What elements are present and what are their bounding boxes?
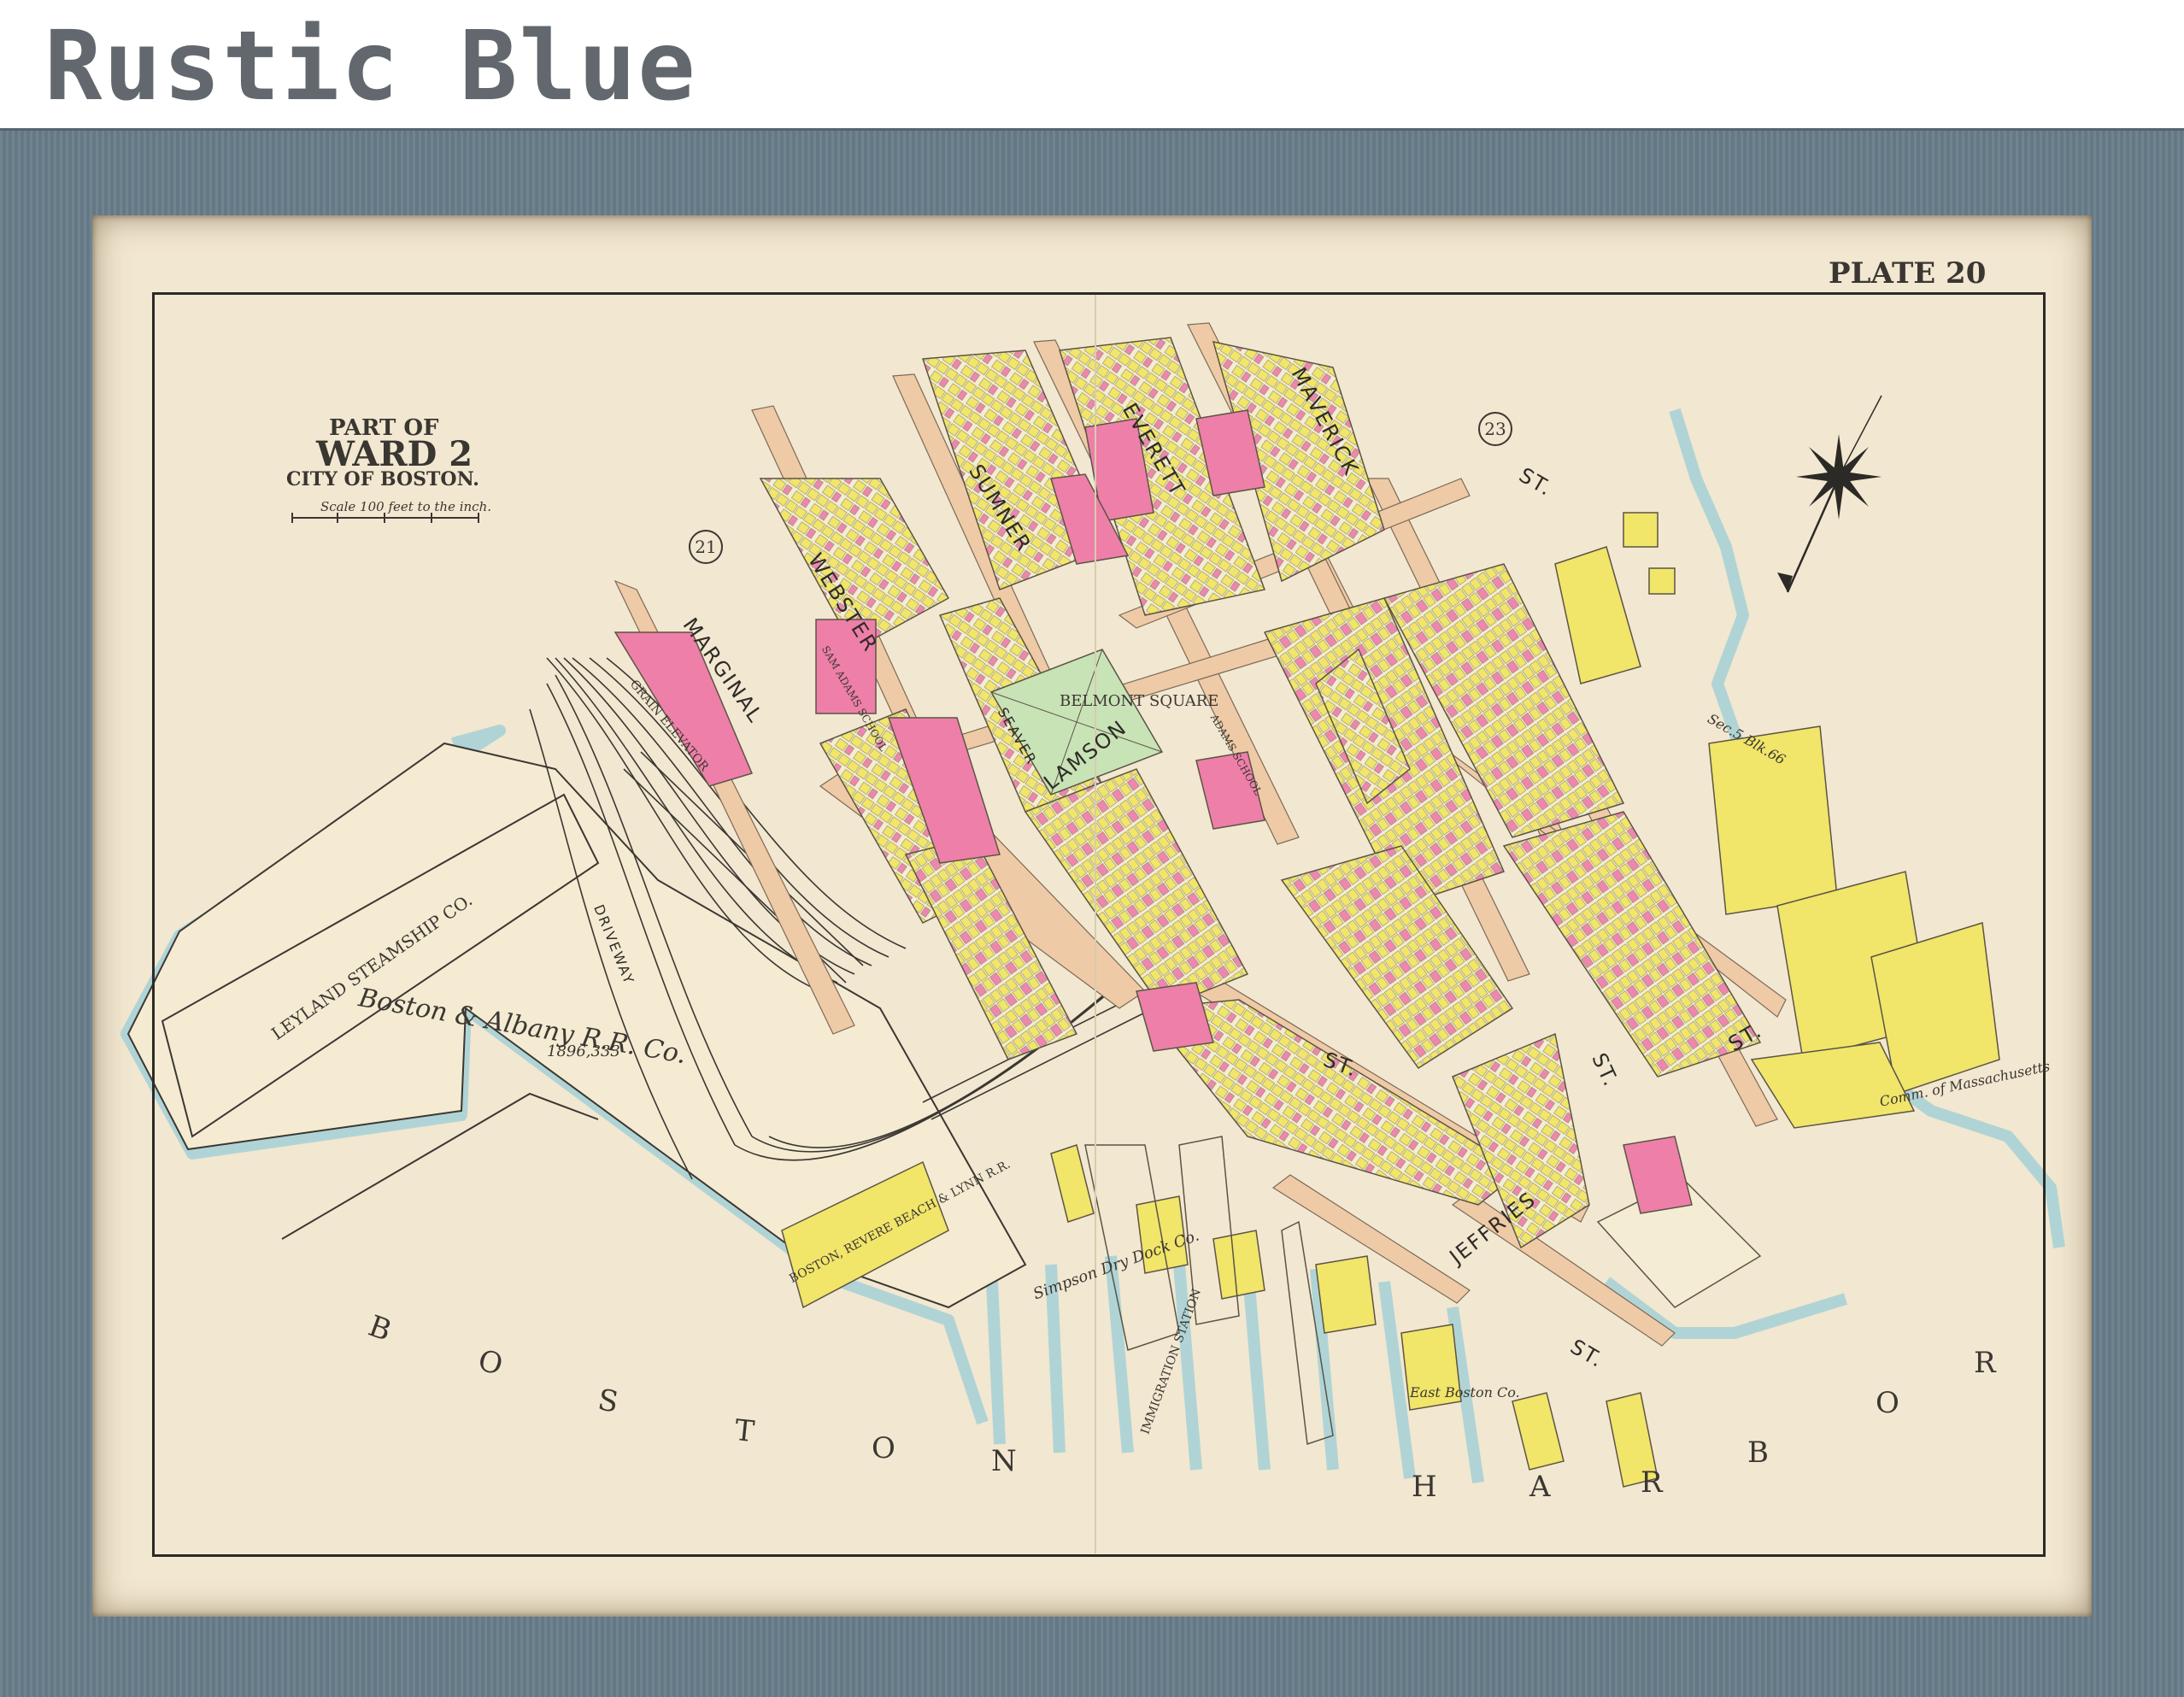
label-area: 1896,333 (547, 1042, 620, 1060)
label-belmont-square: BELMONT SQUARE (1060, 692, 1219, 710)
scale-caption: Scale 100 feet to the inch. (320, 499, 492, 514)
ward-marker-23: 23 (1478, 412, 1512, 446)
water-letter-r: R (1641, 1465, 1663, 1500)
plate-number: PLATE 20 (1829, 256, 1987, 291)
title-city: CITY OF BOSTON. (286, 468, 479, 490)
water-letter-n: N (991, 1444, 1017, 1478)
water-letter-a: A (1529, 1470, 1551, 1504)
ward-marker-21: 21 (689, 530, 723, 564)
label-east-boston-co: East Boston Co. (1410, 1384, 1520, 1400)
water-letter-h: H (1412, 1470, 1437, 1504)
water-letter-t: T (732, 1412, 756, 1450)
water-letter-r2: R (1974, 1346, 1996, 1380)
water-letter-o3: O (1876, 1386, 1899, 1420)
water-letter-o2: O (872, 1431, 895, 1465)
water-letter-b2: B (1747, 1436, 1769, 1470)
